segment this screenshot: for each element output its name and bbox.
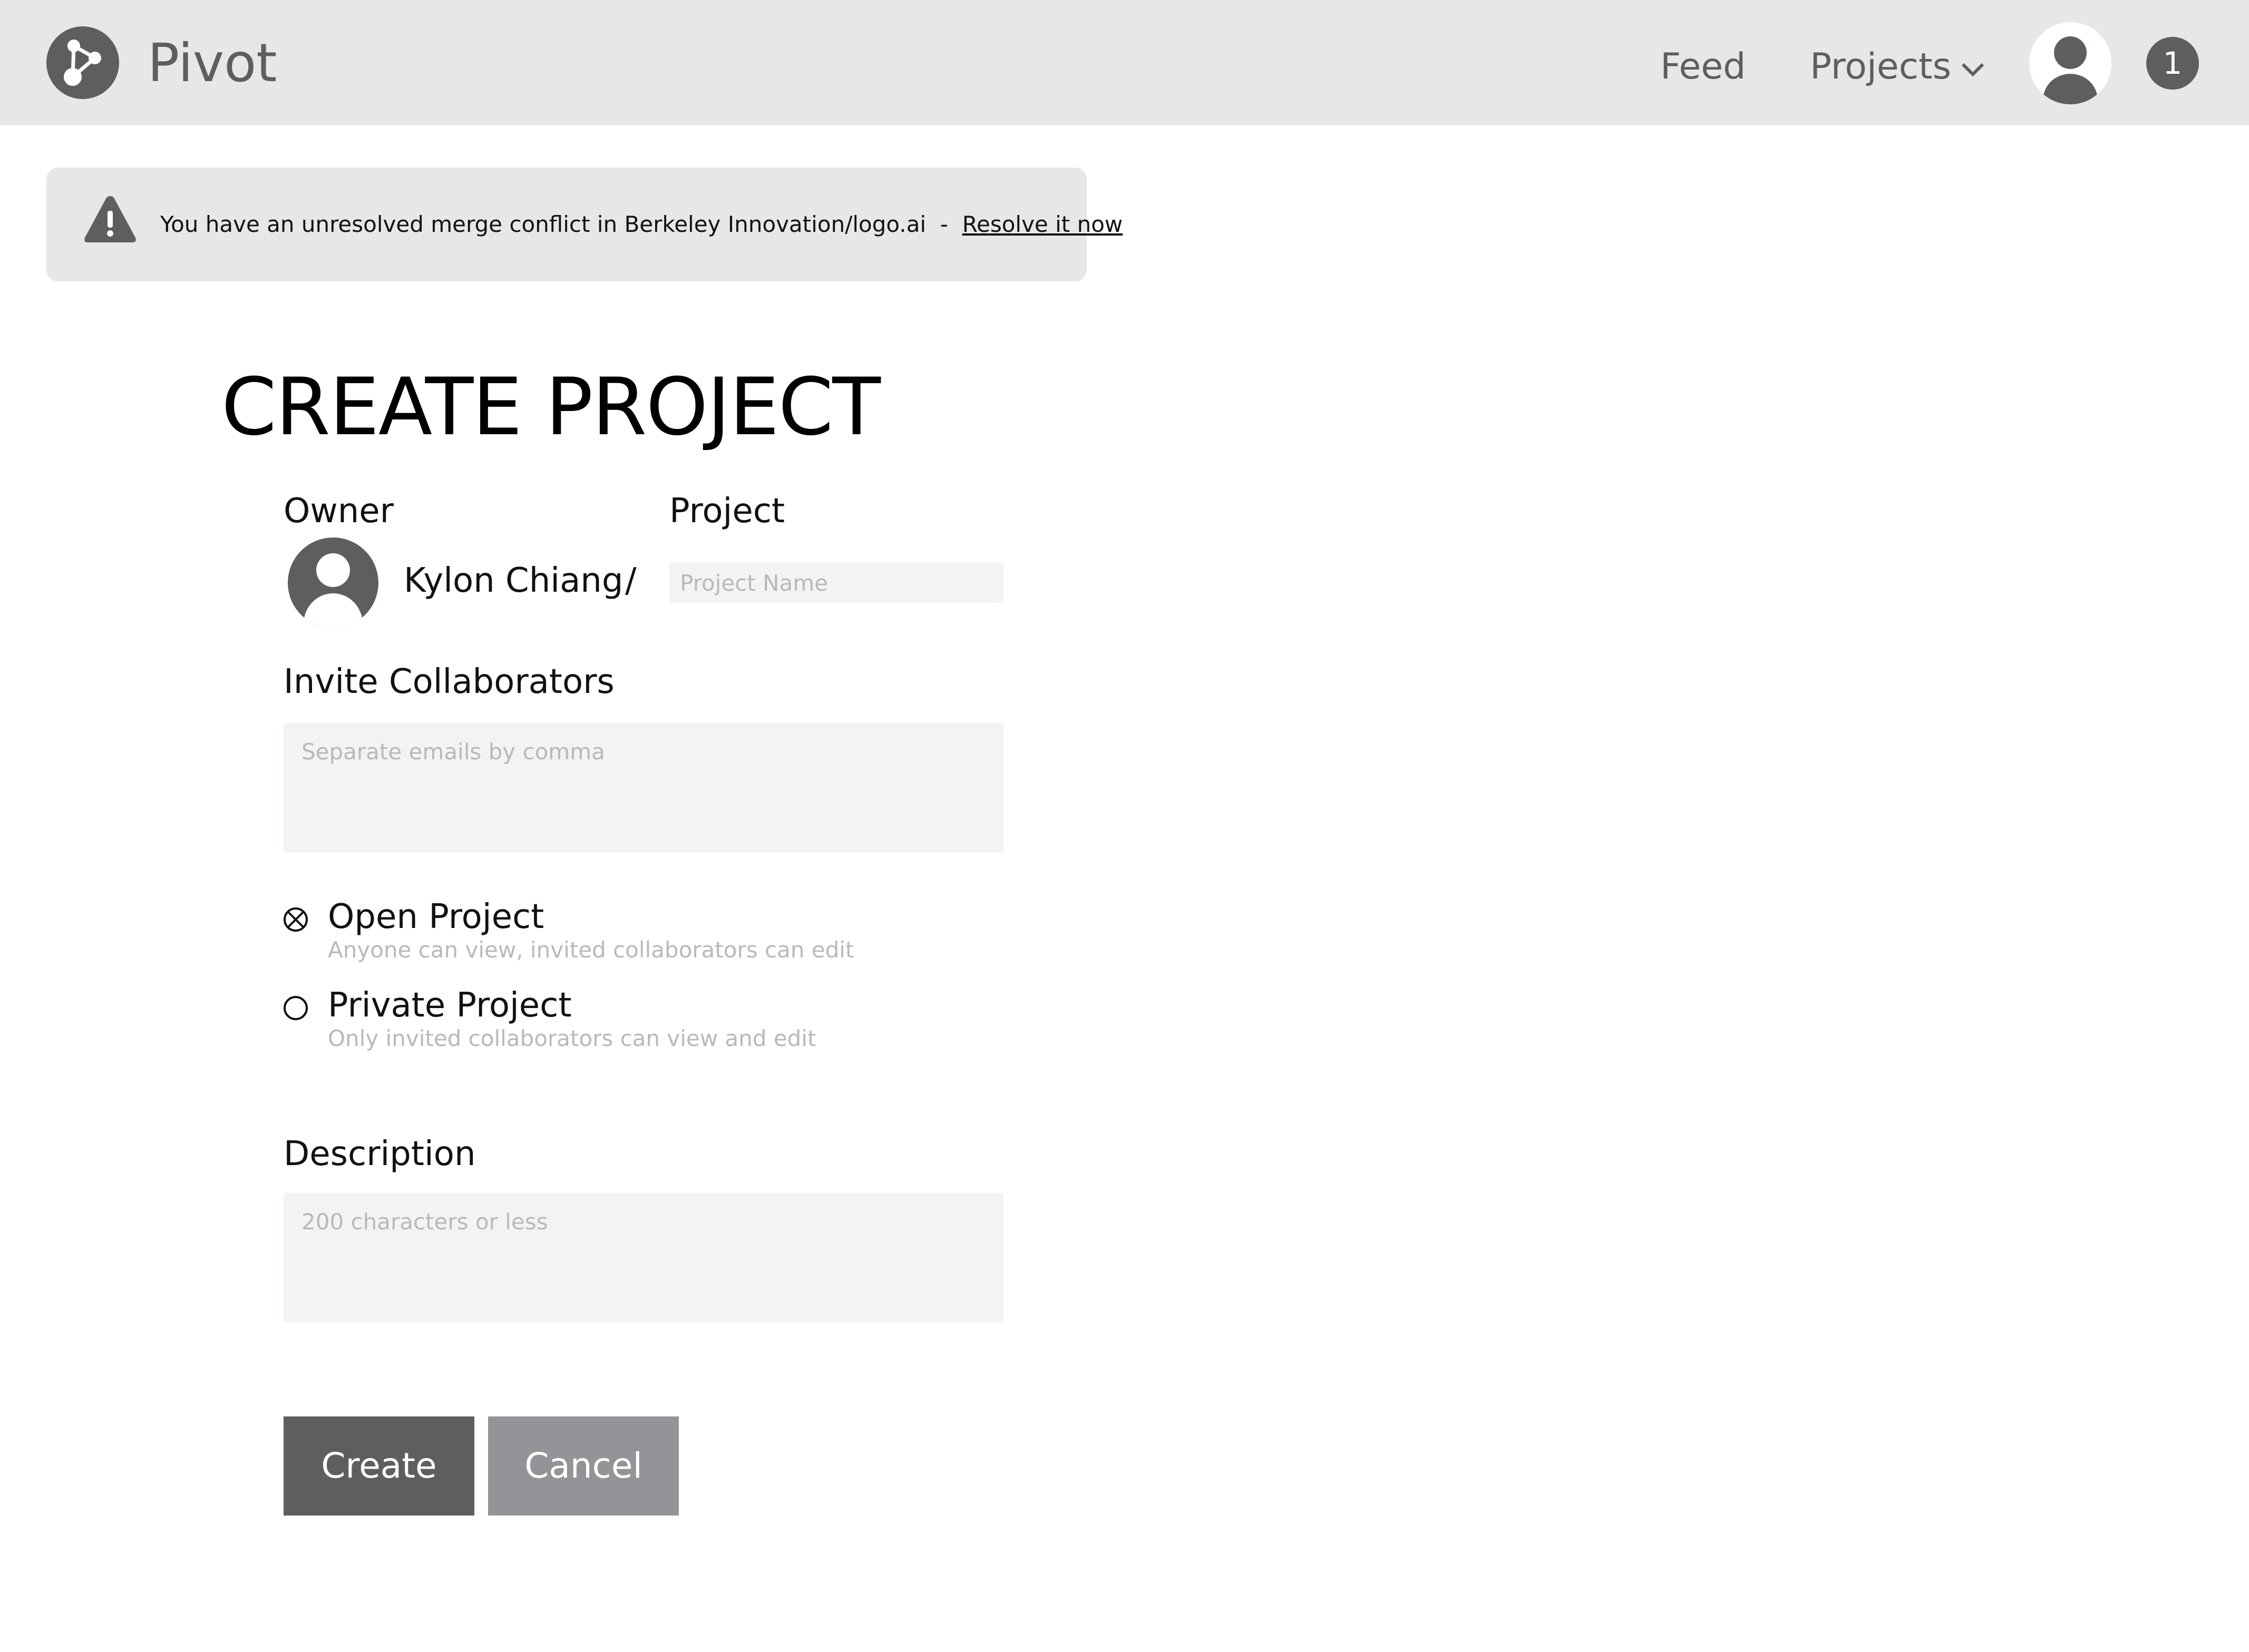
alert-message: You have an unresolved merge conflict in… — [160, 211, 926, 237]
nav-projects-dropdown[interactable]: Projects — [1810, 43, 1985, 91]
invite-collaborators-label: Invite Collaborators — [284, 662, 615, 701]
top-navigation-bar: Pivot Feed Projects 1 — [0, 0, 2249, 125]
resolve-it-now-link[interactable]: Resolve it now — [962, 211, 1123, 237]
warning-icon — [84, 196, 136, 242]
owner-project-separator: / — [625, 561, 637, 600]
owner-name: Kylon Chiang — [404, 561, 624, 600]
alert-text: You have an unresolved merge conflict in… — [160, 209, 1123, 240]
brand-name[interactable]: Pivot — [148, 32, 277, 95]
share-icon[interactable] — [46, 26, 119, 99]
cancel-button[interactable]: Cancel — [488, 1416, 679, 1516]
nav-projects-label: Projects — [1810, 46, 1952, 87]
create-button[interactable]: Create — [284, 1416, 474, 1516]
private-project-description: Only invited collaborators can view and … — [328, 1025, 816, 1051]
alert-separator: - — [940, 211, 948, 237]
nav-feed-link[interactable]: Feed — [1660, 43, 1746, 91]
notification-badge[interactable]: 1 — [2146, 37, 2199, 90]
private-project-label[interactable]: Private Project — [328, 984, 571, 1027]
open-project-label[interactable]: Open Project — [328, 896, 544, 938]
owner-label: Owner — [284, 492, 394, 531]
user-avatar-icon — [288, 537, 378, 628]
page-title: CREATE PROJECT — [221, 361, 881, 453]
open-project-description: Anyone can view, invited collaborators c… — [328, 937, 854, 963]
project-label: Project — [669, 492, 785, 531]
merge-conflict-alert: You have an unresolved merge conflict in… — [46, 168, 1123, 281]
project-name-input[interactable] — [669, 563, 1004, 603]
description-label: Description — [284, 1135, 476, 1174]
user-avatar-icon[interactable] — [2029, 22, 2111, 104]
collaborators-email-input[interactable] — [284, 723, 1004, 853]
description-input[interactable] — [284, 1193, 1004, 1323]
radio-empty-icon[interactable] — [283, 995, 309, 1021]
radio-checked-x-icon[interactable] — [283, 906, 309, 933]
chevron-down-icon — [1961, 63, 1984, 77]
